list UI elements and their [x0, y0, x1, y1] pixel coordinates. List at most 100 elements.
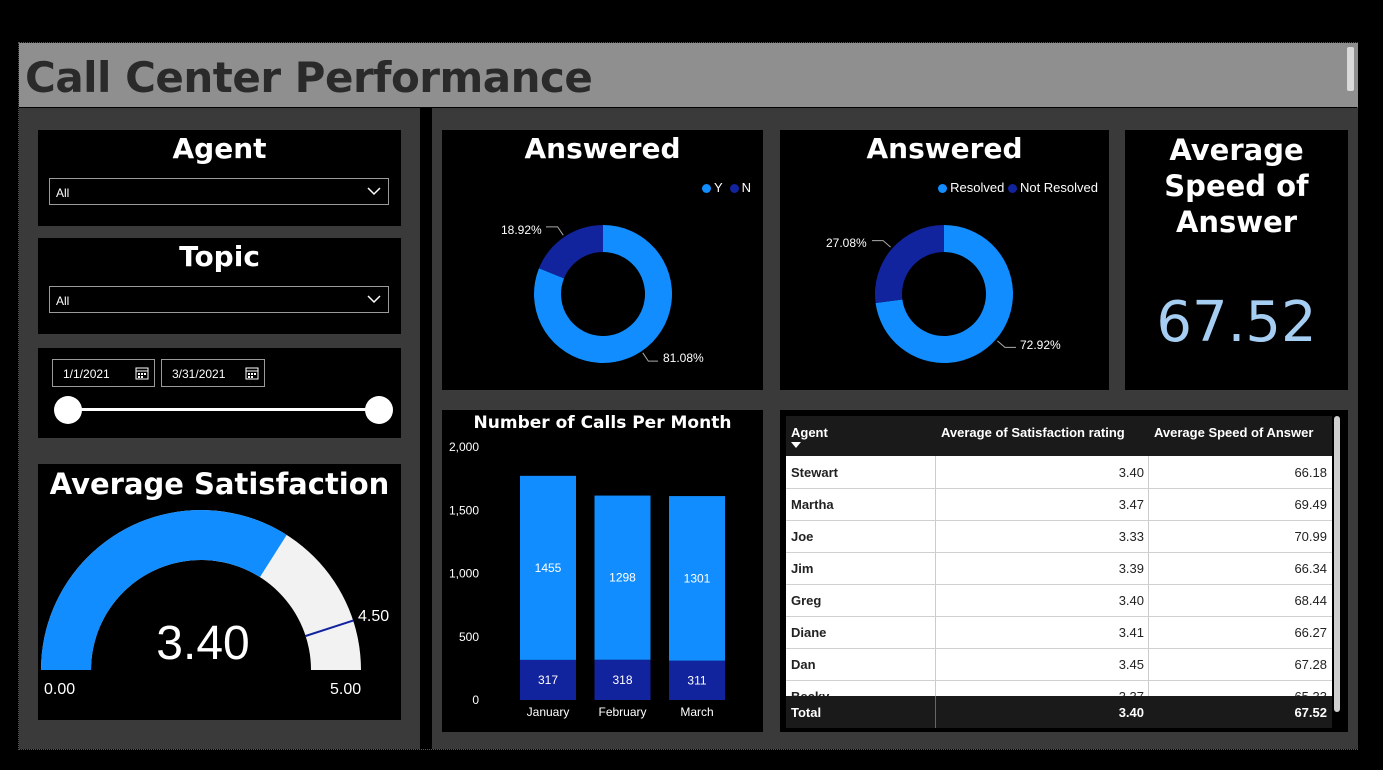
donut-slice-n[interactable] — [538, 225, 603, 279]
cell-satisfaction: 3.39 — [1118, 561, 1144, 576]
donut-label-y: 81.08% — [663, 351, 704, 365]
report-header: Call Center Performance — [19, 43, 1358, 107]
page-title: Call Center Performance — [25, 53, 593, 102]
resolved-donut-card: Answered Resolved Not Resolved 27.08% 72… — [780, 130, 1109, 390]
total-label: Total — [791, 705, 822, 720]
column-divider — [1148, 456, 1149, 696]
table-row[interactable]: Diane 3.41 66.27 — [786, 617, 1332, 649]
leader-line — [642, 352, 658, 362]
column-header-satisfaction[interactable]: Average of Satisfaction rating — [941, 425, 1125, 440]
donut-slice-not-resolved[interactable] — [875, 225, 944, 303]
topic-slicer: Topic All — [38, 238, 401, 334]
table-row[interactable]: Stewart 3.40 66.18 — [786, 457, 1332, 489]
gauge-min-label: 0.00 — [44, 681, 76, 698]
y-tick-label: 0 — [472, 693, 479, 707]
header-scrollbar[interactable] — [1347, 47, 1354, 91]
table-row[interactable]: Dan 3.45 67.28 — [786, 649, 1332, 681]
cell-speed: 70.99 — [1294, 529, 1327, 544]
cell-speed: 67.28 — [1294, 657, 1327, 672]
satisfaction-gauge-card: Average Satisfaction 3.40 0.00 5.00 4.50 — [38, 464, 401, 720]
total-speed: 67.52 — [1294, 705, 1327, 720]
end-date-value: 3/31/2021 — [172, 367, 226, 381]
cell-satisfaction: 3.47 — [1118, 497, 1144, 512]
kpi-title-line-1: Average — [1169, 133, 1304, 167]
topic-dropdown[interactable]: All — [49, 286, 389, 313]
x-tick-label: February — [598, 705, 646, 719]
cell-agent: Joe — [791, 529, 814, 544]
speed-of-answer-card: Average Speed of Answer 67.52 — [1125, 130, 1348, 390]
bar-data-label: 1298 — [609, 571, 636, 585]
agent-table: Agent Average of Satisfaction rating Ave… — [786, 416, 1332, 728]
cell-speed: 66.18 — [1294, 465, 1327, 480]
cell-speed: 69.49 — [1294, 497, 1327, 512]
gauge-max-label: 5.00 — [330, 681, 362, 698]
table-header-row: Agent Average of Satisfaction rating Ave… — [786, 416, 1332, 456]
cell-speed: 66.27 — [1294, 625, 1327, 640]
calls-bar-chart: 0 500 1,000 1,500 2,000 317 1455 January 318 1298… — [449, 440, 725, 719]
total-satisfaction: 3.40 — [1118, 705, 1144, 720]
cell-satisfaction: 3.41 — [1118, 625, 1144, 640]
agent-dropdown[interactable]: All — [49, 178, 389, 205]
date-range-track[interactable] — [68, 408, 378, 411]
cell-agent: Diane — [791, 625, 827, 640]
cell-speed: 68.44 — [1294, 593, 1327, 608]
agent-table-card: Agent Average of Satisfaction rating Ave… — [780, 410, 1348, 732]
column-divider — [935, 696, 936, 728]
donut-label-not-resolved: 27.08% — [826, 236, 867, 250]
leader-line — [997, 340, 1016, 348]
calendar-icon[interactable] — [135, 366, 149, 380]
topic-dropdown-value: All — [56, 294, 70, 308]
donut-label-resolved: 72.92% — [1020, 338, 1061, 352]
column-header-speed[interactable]: Average Speed of Answer — [1154, 425, 1313, 440]
y-tick-label: 2,000 — [449, 440, 479, 454]
leader-line — [546, 226, 564, 236]
column-divider — [935, 456, 936, 696]
kpi-title-line-2: Speed of — [1164, 169, 1309, 203]
table-row[interactable]: Joe 3.33 70.99 — [786, 521, 1332, 553]
table-body: Stewart 3.40 66.18 Martha 3.47 69.49 Joe 3.33 70… — [786, 457, 1332, 713]
gauge-target-label: 4.50 — [358, 608, 390, 625]
table-row[interactable]: Martha 3.47 69.49 — [786, 489, 1332, 521]
start-date-value: 1/1/2021 — [63, 367, 110, 381]
chevron-down-icon — [367, 295, 381, 304]
cell-agent: Stewart — [791, 465, 838, 480]
x-tick-label: March — [680, 705, 713, 719]
y-tick-label: 1,000 — [449, 567, 479, 581]
chevron-down-icon — [367, 187, 381, 196]
date-range-end-handle[interactable] — [365, 396, 393, 424]
agent-slicer: Agent All — [38, 130, 401, 226]
bar-data-label: 311 — [687, 673, 706, 687]
calendar-icon[interactable] — [245, 366, 259, 380]
donut-label-n: 18.92% — [501, 223, 542, 237]
date-range-start-handle[interactable] — [54, 396, 82, 424]
leader-line — [872, 240, 891, 248]
table-total-row: Total 3.40 67.52 — [786, 696, 1332, 728]
table-row[interactable]: Jim 3.39 66.34 — [786, 553, 1332, 585]
topic-slicer-title: Topic — [179, 240, 260, 273]
start-date-input[interactable]: 1/1/2021 — [52, 359, 155, 387]
bar-data-label: 317 — [538, 673, 558, 687]
cell-agent: Greg — [791, 593, 822, 608]
y-tick-label: 500 — [459, 630, 479, 644]
cell-satisfaction: 3.40 — [1118, 593, 1144, 608]
agent-dropdown-value: All — [56, 186, 70, 200]
date-slicer: 1/1/2021 3/31/2021 — [38, 348, 401, 438]
kpi-value: 67.52 — [1156, 290, 1317, 355]
cell-satisfaction: 3.45 — [1118, 657, 1144, 672]
cell-speed: 66.34 — [1294, 561, 1327, 576]
sort-desc-icon[interactable] — [791, 442, 801, 448]
cell-agent: Dan — [791, 657, 816, 672]
bar-data-label: 1301 — [684, 571, 711, 585]
y-tick-label: 1,500 — [449, 503, 479, 517]
cell-agent: Jim — [791, 561, 814, 576]
table-row[interactable]: Greg 3.40 68.44 — [786, 585, 1332, 617]
column-header-agent[interactable]: Agent — [791, 425, 828, 440]
answered-donut-chart — [534, 225, 672, 363]
table-scrollbar[interactable] — [1334, 416, 1340, 712]
bar-data-label: 1455 — [535, 561, 562, 575]
agent-slicer-title: Agent — [172, 132, 267, 165]
x-tick-label: January — [527, 705, 570, 719]
calls-per-month-card: Number of Calls Per Month 0 500 1,000 1,500… — [442, 410, 763, 732]
end-date-input[interactable]: 3/31/2021 — [161, 359, 265, 387]
bar-data-label: 318 — [612, 673, 632, 687]
